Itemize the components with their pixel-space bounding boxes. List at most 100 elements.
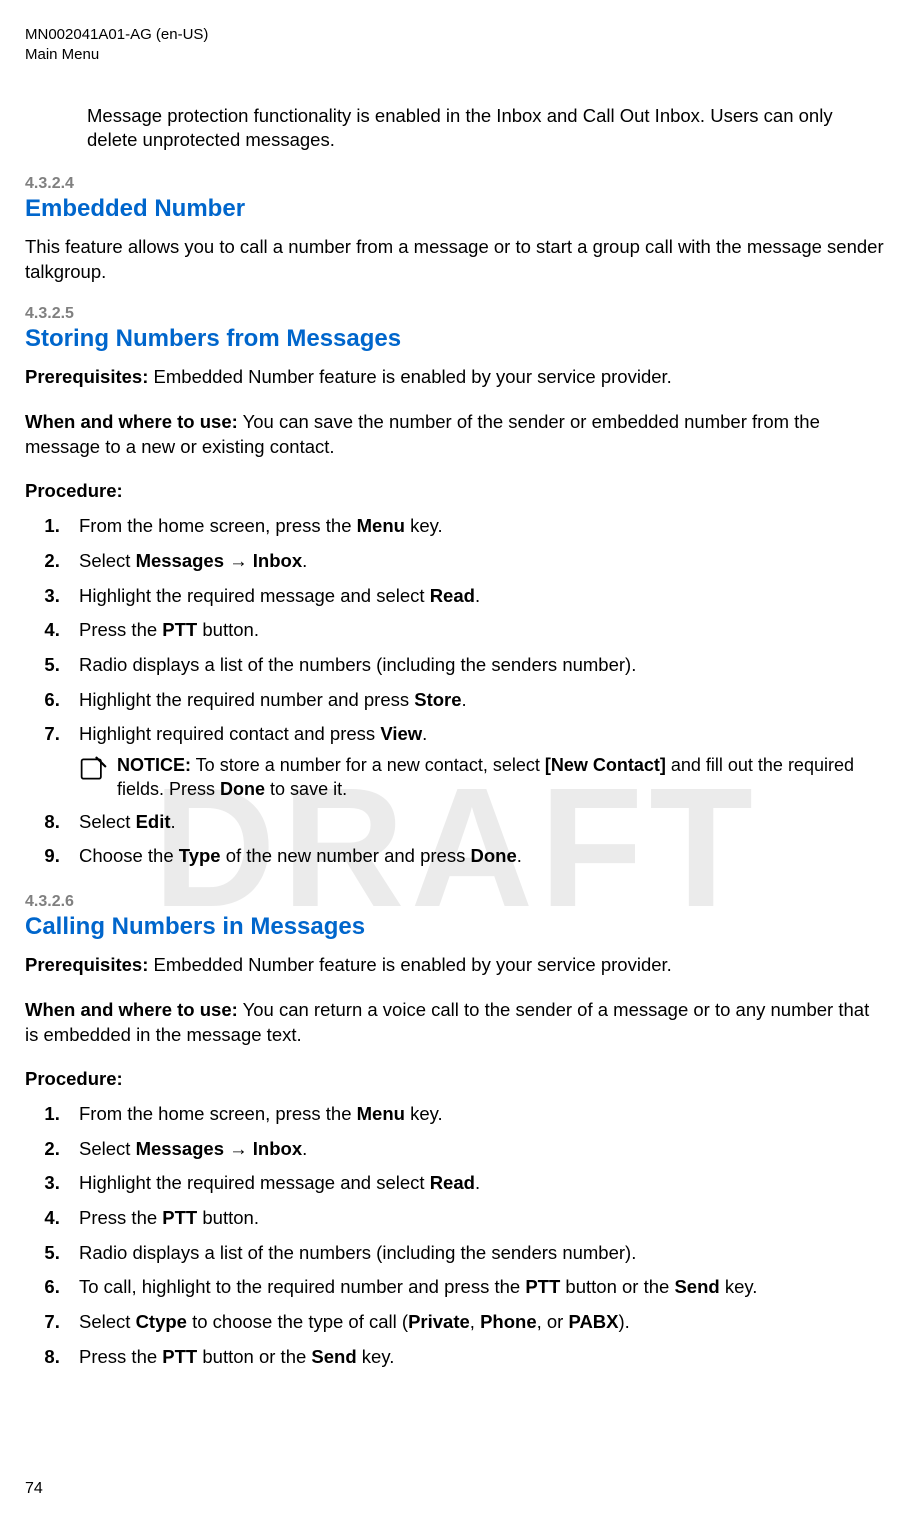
- step-text: From the home screen, press the: [79, 515, 357, 536]
- step-text: button.: [197, 1207, 259, 1228]
- step-text: Highlight required contact and press: [79, 723, 380, 744]
- when-label: When and where to use:: [25, 411, 238, 432]
- notice-bold: Done: [220, 779, 265, 799]
- step-bold: Ctype: [136, 1311, 187, 1332]
- section-title-calling-numbers: Calling Numbers in Messages: [25, 913, 887, 941]
- step-bold: Phone: [480, 1311, 537, 1332]
- step-text: button.: [197, 619, 259, 640]
- procedure-label: Procedure:: [25, 480, 887, 502]
- step-text: Select: [79, 1311, 136, 1332]
- step-text: .: [475, 1172, 480, 1193]
- page-header: MN002041A01-AG (en-US) Main Menu: [25, 25, 887, 66]
- step-arrow: →: [224, 1138, 253, 1159]
- list-item: Select Messages → Inbox.: [65, 547, 887, 576]
- list-item: Radio displays a list of the numbers (in…: [65, 1239, 887, 1268]
- list-item: Select Messages → Inbox.: [65, 1135, 887, 1164]
- step-text: .: [171, 811, 176, 832]
- list-item: Radio displays a list of the numbers (in…: [65, 651, 887, 680]
- list-item: From the home screen, press the Menu key…: [65, 1100, 887, 1129]
- intro-paragraph: Message protection functionality is enab…: [87, 104, 887, 154]
- section-number: 4.3.2.5: [25, 305, 887, 323]
- step-text: Select: [79, 811, 136, 832]
- step-text: key.: [405, 515, 443, 536]
- step-bold: Done: [470, 845, 516, 866]
- step-text: Select: [79, 550, 136, 571]
- step-text: of the new number and press: [221, 845, 471, 866]
- step-text: Press the: [79, 1207, 162, 1228]
- step-text: key.: [720, 1276, 758, 1297]
- step-bold: Send: [311, 1346, 356, 1367]
- doc-section: Main Menu: [25, 46, 99, 63]
- step-text: button or the: [197, 1346, 311, 1367]
- step-text: Highlight the required number and press: [79, 689, 414, 710]
- step-bold: PABX: [568, 1311, 618, 1332]
- step-bold: Edit: [136, 811, 171, 832]
- step-bold: PTT: [162, 1346, 197, 1367]
- list-item: Press the PTT button.: [65, 616, 887, 645]
- step-text: From the home screen, press the: [79, 1103, 357, 1124]
- step-bold: Messages: [136, 1138, 224, 1159]
- list-item: Highlight required contact and press Vie…: [65, 720, 887, 801]
- notice-part: To store a number for a new contact, sel…: [191, 755, 545, 775]
- step-arrow: →: [224, 550, 253, 571]
- doc-id: MN002041A01-AG (en-US): [25, 26, 208, 43]
- prerequisites: Prerequisites: Embedded Number feature i…: [25, 953, 887, 978]
- step-bold: Read: [430, 585, 475, 606]
- step-text: Highlight the required message and selec…: [79, 1172, 430, 1193]
- list-item: Highlight the required message and selec…: [65, 1169, 887, 1198]
- list-item: Choose the Type of the new number and pr…: [65, 842, 887, 871]
- notice-icon: [79, 755, 107, 783]
- section-title-storing-numbers: Storing Numbers from Messages: [25, 325, 887, 353]
- step-text: .: [462, 689, 467, 710]
- step-bold: Inbox: [253, 1138, 302, 1159]
- step-text: Press the: [79, 619, 162, 640]
- list-item: Select Ctype to choose the type of call …: [65, 1308, 887, 1337]
- list-item: Select Edit.: [65, 808, 887, 837]
- section-body: This feature allows you to call a number…: [25, 235, 887, 285]
- when-where: When and where to use: You can return a …: [25, 998, 887, 1048]
- step-text: Radio displays a list of the numbers (in…: [79, 1242, 636, 1263]
- step-bold: PTT: [162, 1207, 197, 1228]
- when-label: When and where to use:: [25, 999, 238, 1020]
- prerequisites: Prerequisites: Embedded Number feature i…: [25, 365, 887, 390]
- list-item: From the home screen, press the Menu key…: [65, 512, 887, 541]
- step-bold: Menu: [357, 515, 405, 536]
- step-text: , or: [537, 1311, 569, 1332]
- section-number: 4.3.2.4: [25, 175, 887, 193]
- step-text: To call, highlight to the required numbe…: [79, 1276, 525, 1297]
- step-text: Choose the: [79, 845, 179, 866]
- step-bold: Inbox: [253, 550, 302, 571]
- procedure-list: From the home screen, press the Menu key…: [65, 1100, 887, 1371]
- step-text: .: [517, 845, 522, 866]
- notice-text: NOTICE: To store a number for a new cont…: [117, 753, 887, 802]
- step-bold: PTT: [162, 619, 197, 640]
- step-text: .: [475, 585, 480, 606]
- list-item: To call, highlight to the required numbe…: [65, 1273, 887, 1302]
- step-bold: Send: [674, 1276, 719, 1297]
- step-text: key.: [405, 1103, 443, 1124]
- prereq-label: Prerequisites:: [25, 366, 148, 387]
- step-text: to choose the type of call (: [187, 1311, 408, 1332]
- section-number: 4.3.2.6: [25, 893, 887, 911]
- list-item: Highlight the required message and selec…: [65, 582, 887, 611]
- step-bold: PTT: [525, 1276, 560, 1297]
- step-text: key.: [357, 1346, 395, 1367]
- notice-bold: [New Contact]: [545, 755, 666, 775]
- notice-block: NOTICE: To store a number for a new cont…: [79, 753, 887, 802]
- step-bold: Read: [430, 1172, 475, 1193]
- prereq-label: Prerequisites:: [25, 954, 148, 975]
- procedure-label: Procedure:: [25, 1068, 887, 1090]
- list-item: Highlight the required number and press …: [65, 686, 887, 715]
- step-text: ,: [470, 1311, 480, 1332]
- section-title-embedded-number: Embedded Number: [25, 195, 887, 223]
- step-bold: Store: [414, 689, 461, 710]
- step-text: .: [302, 1138, 307, 1159]
- notice-label: NOTICE:: [117, 755, 191, 775]
- step-bold: Messages: [136, 550, 224, 571]
- prereq-text: Embedded Number feature is enabled by yo…: [148, 366, 671, 387]
- step-text: button or the: [560, 1276, 674, 1297]
- step-bold: Menu: [357, 1103, 405, 1124]
- list-item: Press the PTT button or the Send key.: [65, 1343, 887, 1372]
- step-text: Radio displays a list of the numbers (in…: [79, 654, 636, 675]
- step-text: .: [422, 723, 427, 744]
